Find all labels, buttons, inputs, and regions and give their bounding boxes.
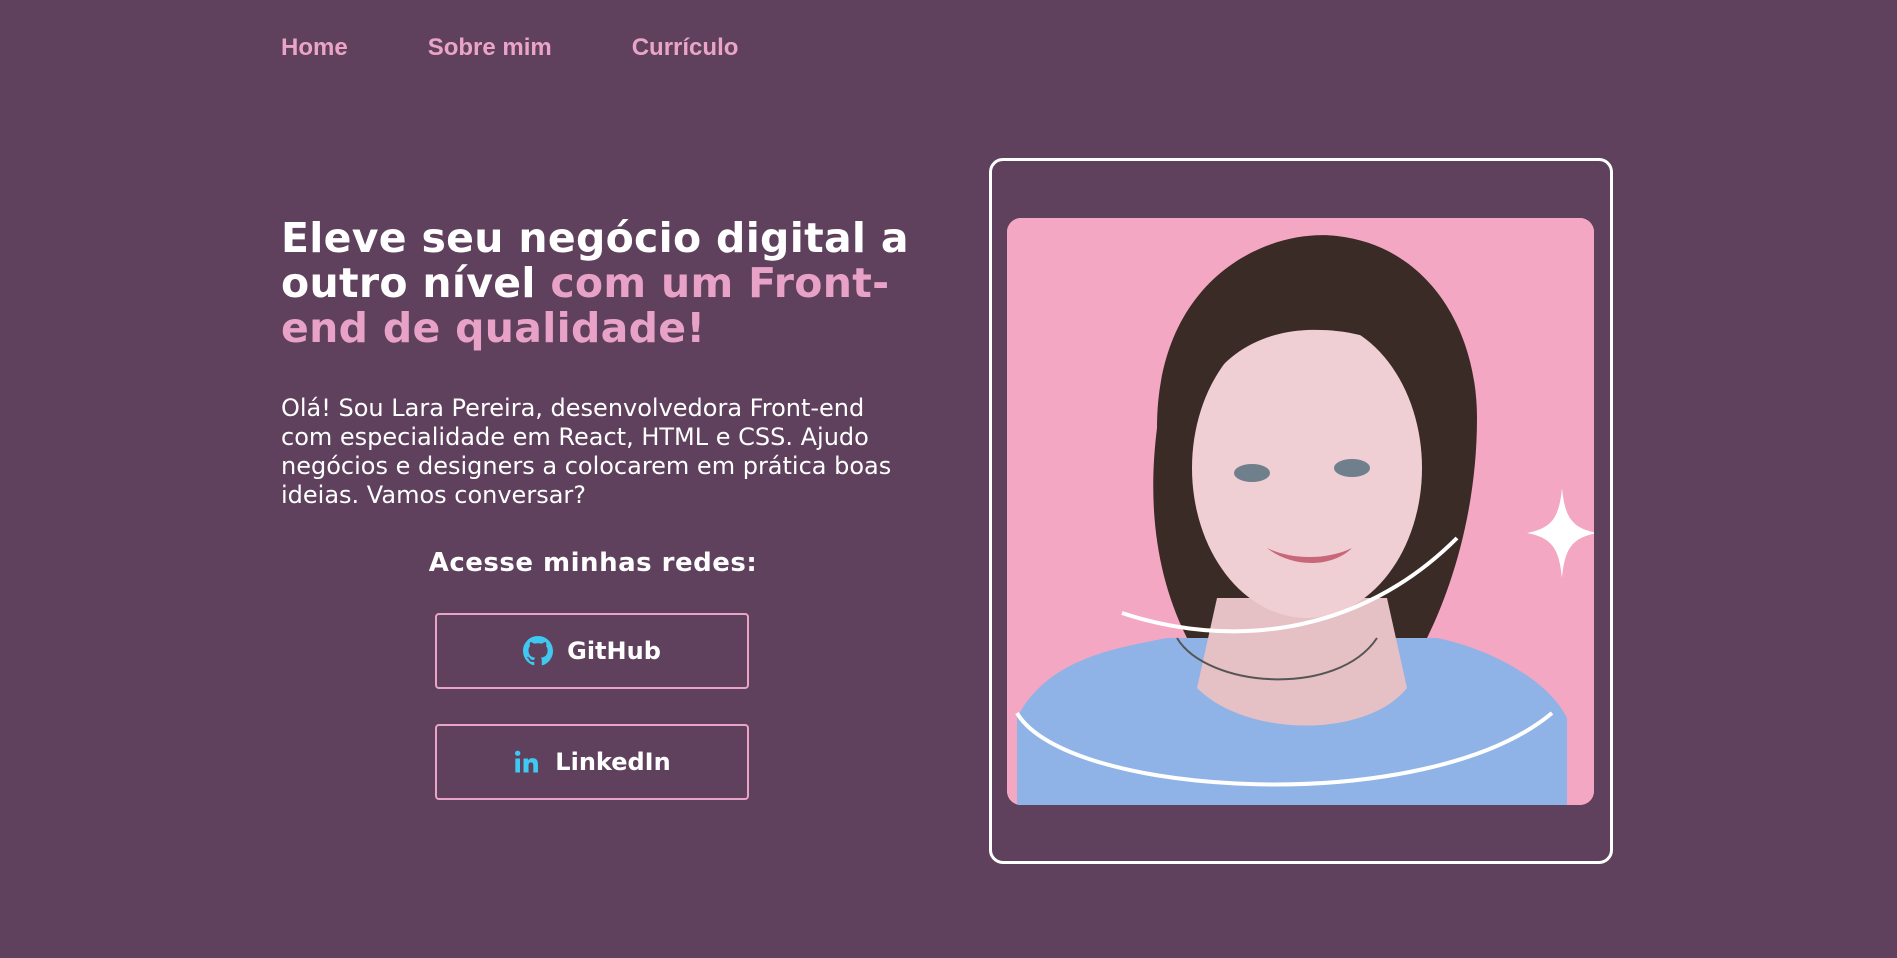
- github-icon: [523, 636, 554, 666]
- top-nav: Home Sobre mim Currículo: [281, 34, 738, 62]
- hero-headline: Eleve seu negócio digital a outro nível …: [281, 216, 921, 351]
- nav-link-curriculo[interactable]: Currículo: [632, 34, 739, 62]
- github-button[interactable]: GitHub: [435, 613, 749, 689]
- linkedin-button[interactable]: LinkedIn: [435, 724, 749, 800]
- profile-photo: [1007, 218, 1594, 805]
- hero-intro-text: Olá! Sou Lara Pereira, desenvolvedora Fr…: [281, 394, 892, 509]
- social-section-title: Acesse minhas redes:: [428, 548, 758, 578]
- github-button-label: GitHub: [567, 637, 661, 665]
- linkedin-icon: [513, 748, 541, 776]
- nav-link-sobre-mim[interactable]: Sobre mim: [428, 34, 552, 62]
- linkedin-button-label: LinkedIn: [555, 748, 671, 776]
- nav-link-home[interactable]: Home: [281, 34, 348, 62]
